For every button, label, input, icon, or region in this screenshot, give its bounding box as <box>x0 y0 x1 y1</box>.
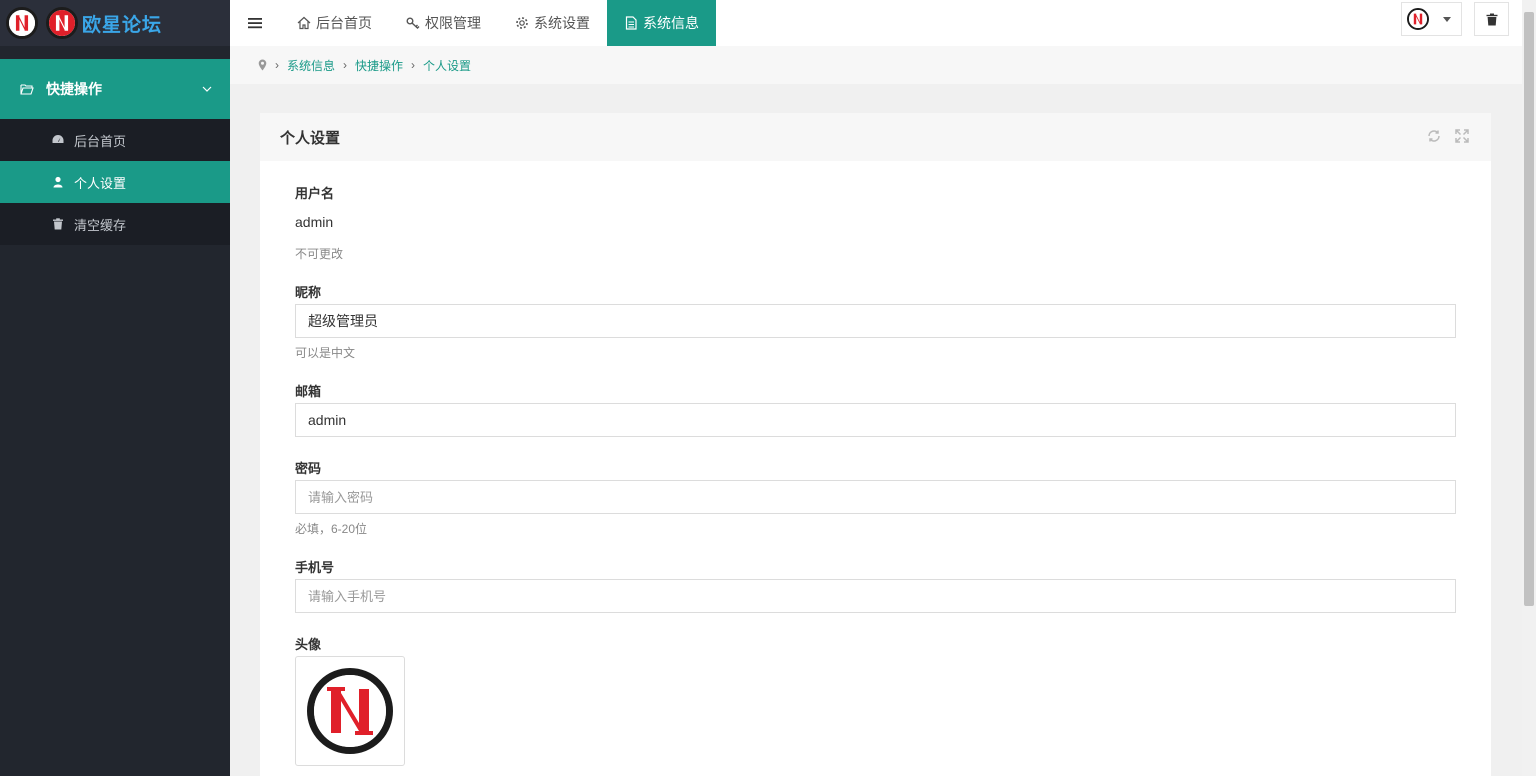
avatar-image <box>307 668 393 754</box>
map-marker-icon <box>258 59 267 71</box>
logo-bar[interactable]: 欧星论坛 <box>0 0 230 46</box>
breadcrumb-separator: › <box>275 58 279 72</box>
brand-name: 欧星论坛 <box>82 13 163 36</box>
sidebar-group-quick-actions[interactable]: 快捷操作 <box>0 59 230 119</box>
nav-tab-label: 系统设置 <box>534 15 590 31</box>
sidebar-item-label: 后台首页 <box>74 133 127 149</box>
nav-tab-system-info[interactable]: 系统信息 <box>607 0 716 46</box>
nav-tab-system-settings[interactable]: 系统设置 <box>498 0 607 46</box>
nav-tab-home[interactable]: 后台首页 <box>280 0 389 46</box>
dashboard-icon <box>52 135 64 143</box>
breadcrumb-item[interactable]: 系统信息 <box>287 57 335 74</box>
fullscreen-button[interactable] <box>1455 129 1471 145</box>
nav-tab-permissions[interactable]: 权限管理 <box>389 0 498 46</box>
username-label: 用户名 <box>295 186 335 201</box>
user-icon <box>53 176 63 188</box>
nickname-label: 昵称 <box>295 285 322 300</box>
sidebar-group-label: 快捷操作 <box>46 81 102 97</box>
email-input[interactable] <box>295 403 1456 437</box>
document-icon <box>625 16 637 30</box>
avatar-upload[interactable] <box>295 656 405 766</box>
breadcrumb-item[interactable]: 快捷操作 <box>355 57 403 74</box>
scrollbar-thumb[interactable] <box>1524 12 1534 606</box>
top-navbar: 后台首页 权限管理 系统设置 系统信息 <box>230 0 1522 46</box>
profile-panel: 个人设置 用户名 admin 不可更改 昵称 可以是中文 邮箱 密码 必填，6-… <box>260 113 1491 776</box>
sidebar-item-label: 清空缓存 <box>74 217 127 233</box>
chevron-down-icon <box>202 86 212 92</box>
home-icon <box>297 16 311 30</box>
breadcrumb-item[interactable]: 个人设置 <box>423 57 471 74</box>
breadcrumb-separator: › <box>343 58 348 72</box>
nav-tab-label: 系统信息 <box>643 15 699 31</box>
avatar-icon <box>1407 8 1429 30</box>
panel-header: 个人设置 <box>260 113 1491 161</box>
page-scrollbar[interactable] <box>1522 0 1536 776</box>
phone-input[interactable] <box>295 579 1456 613</box>
gear-icon <box>516 17 528 29</box>
password-help: 必填，6-20位 <box>295 522 368 536</box>
phone-label: 手机号 <box>295 560 335 575</box>
nickname-input[interactable] <box>295 304 1456 338</box>
password-label: 密码 <box>295 461 322 476</box>
sidebar-item-profile[interactable]: 个人设置 <box>0 161 230 203</box>
avatar-label: 头像 <box>295 637 322 652</box>
sidebar-item-label: 个人设置 <box>74 175 127 191</box>
panel-title: 个人设置 <box>280 129 341 147</box>
sidebar: 欧星论坛 快捷操作 后台首页 个人设置 清空缓存 <box>0 0 230 776</box>
menu-toggle-button[interactable] <box>230 0 280 46</box>
breadcrumb: › 系统信息 › 快捷操作 › 个人设置 <box>230 46 1522 84</box>
sidebar-item-clear-cache[interactable]: 清空缓存 <box>0 203 230 245</box>
breadcrumb-separator: › <box>411 58 416 72</box>
refresh-button[interactable] <box>1427 129 1443 145</box>
trash-icon <box>53 218 63 230</box>
trash-icon <box>1486 13 1497 25</box>
folder-open-icon <box>20 84 34 95</box>
hamburger-icon <box>248 18 262 29</box>
sidebar-item-dashboard[interactable]: 后台首页 <box>0 119 230 161</box>
nav-tab-label: 后台首页 <box>316 15 372 31</box>
nickname-help: 可以是中文 <box>295 346 356 360</box>
brand-emblem-icon <box>6 7 38 39</box>
nav-tab-label: 权限管理 <box>425 15 481 31</box>
clear-cache-button[interactable] <box>1474 2 1509 36</box>
expand-icon <box>1455 129 1469 143</box>
username-value: admin <box>295 214 334 230</box>
key-icon <box>406 17 420 30</box>
user-menu-dropdown[interactable] <box>1401 2 1462 36</box>
password-input[interactable] <box>295 480 1456 514</box>
email-label: 邮箱 <box>295 384 322 399</box>
brand-logo-icon <box>46 7 78 39</box>
caret-down-icon <box>1443 16 1451 22</box>
refresh-icon <box>1428 130 1440 142</box>
username-help: 不可更改 <box>295 247 344 261</box>
